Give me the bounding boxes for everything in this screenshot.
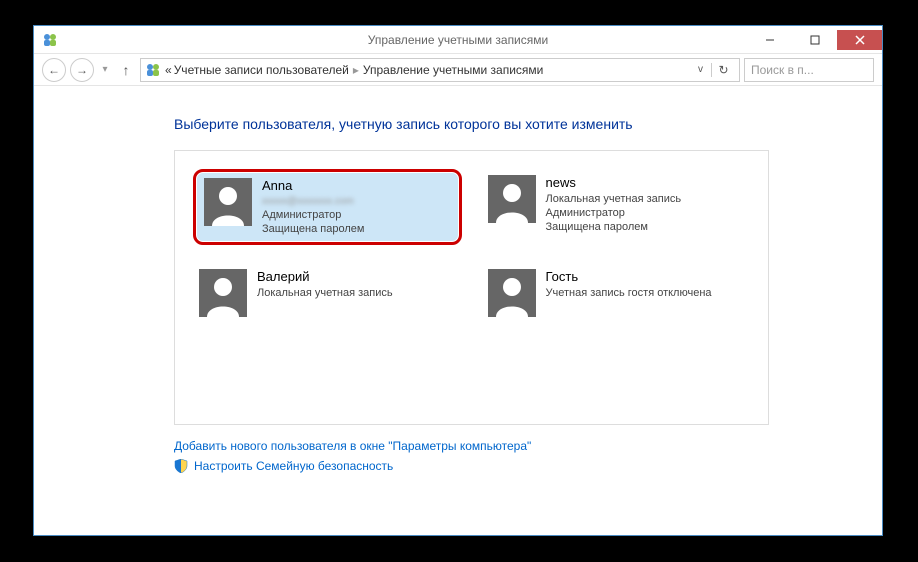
avatar-icon <box>204 178 252 226</box>
page-heading: Выберите пользователя, учетную запись ко… <box>174 116 882 132</box>
user-name: Валерий <box>257 269 393 286</box>
minimize-button[interactable] <box>747 30 792 50</box>
user-status: Учетная запись гостя отключена <box>546 286 712 300</box>
close-button[interactable] <box>837 30 882 50</box>
search-input[interactable]: Поиск в п... <box>744 58 874 82</box>
chevron-right-icon: ▸ <box>351 63 361 77</box>
user-item-valeriy[interactable]: Валерий Локальная учетная запись <box>193 263 462 323</box>
breadcrumb-item[interactable]: Учетные записи пользователей <box>174 63 349 77</box>
address-dropdown[interactable]: v <box>694 64 707 75</box>
history-dropdown[interactable]: ▾ <box>98 58 112 82</box>
search-placeholder: Поиск в п... <box>751 63 814 77</box>
breadcrumb-prefix[interactable]: « <box>165 63 172 77</box>
refresh-button[interactable]: ↻ <box>711 63 735 77</box>
breadcrumb-item[interactable]: Управление учетными записями <box>363 63 543 77</box>
address-icon <box>145 62 161 78</box>
user-status: Защищена паролем <box>546 220 682 234</box>
titlebar: Управление учетными записями <box>34 26 882 54</box>
action-links: Добавить нового пользователя в окне "Пар… <box>174 439 882 473</box>
resize-cursor-icon: ↔ <box>896 292 916 315</box>
back-button[interactable]: ← <box>42 58 66 82</box>
user-role: Администратор <box>546 206 682 220</box>
family-safety-link[interactable]: Настроить Семейную безопасность <box>174 459 882 473</box>
user-item-guest[interactable]: Гость Учетная запись гостя отключена <box>482 263 751 323</box>
avatar-icon <box>488 175 536 223</box>
app-icon <box>42 32 58 48</box>
user-name: Гость <box>546 269 712 286</box>
user-role: Администратор <box>262 208 364 222</box>
forward-button[interactable]: → <box>70 58 94 82</box>
user-status: Защищена паролем <box>262 222 364 236</box>
add-user-link[interactable]: Добавить нового пользователя в окне "Пар… <box>174 439 882 453</box>
user-item-anna[interactable]: Anna xxxxx@xxxxxxx.com Администратор Защ… <box>193 169 462 245</box>
user-type: Локальная учетная запись <box>257 286 393 300</box>
avatar-icon <box>488 269 536 317</box>
window: Управление учетными записями ← → ▾ ↑ « У… <box>33 25 883 536</box>
user-list-box: Anna xxxxx@xxxxxxx.com Администратор Защ… <box>174 150 769 425</box>
user-type: Локальная учетная запись <box>546 192 682 206</box>
user-email: xxxxx@xxxxxxx.com <box>262 195 364 208</box>
address-bar[interactable]: « Учетные записи пользователей ▸ Управле… <box>140 58 740 82</box>
avatar-icon <box>199 269 247 317</box>
maximize-button[interactable] <box>792 30 837 50</box>
user-name: news <box>546 175 682 192</box>
shield-icon <box>174 459 188 473</box>
up-button[interactable]: ↑ <box>116 60 136 80</box>
link-text: Добавить нового пользователя в окне "Пар… <box>174 439 531 453</box>
breadcrumb: « Учетные записи пользователей ▸ Управле… <box>165 63 690 77</box>
user-name: Anna <box>262 178 364 195</box>
link-text: Настроить Семейную безопасность <box>194 459 393 473</box>
user-item-news[interactable]: news Локальная учетная запись Администра… <box>482 169 751 245</box>
navbar: ← → ▾ ↑ « Учетные записи пользователей ▸… <box>34 54 882 86</box>
content-area: Выберите пользователя, учетную запись ко… <box>34 86 882 473</box>
